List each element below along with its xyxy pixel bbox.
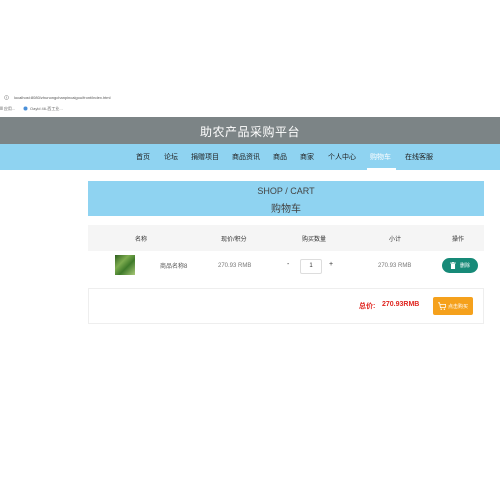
banner-title-cn: 购物车 — [271, 204, 301, 215]
banner-title-en: SHOP / CART — [257, 186, 315, 196]
nav-item-merchants[interactable]: 商家 — [300, 152, 314, 162]
checkout-label: 点击购买 — [448, 304, 469, 310]
delete-button[interactable]: 删除 — [442, 258, 478, 273]
product-price: 270.93 RMB — [218, 263, 252, 269]
page-banner: SHOP / CART 购物车 — [88, 181, 484, 216]
cart-table-header: 名称 现价/积分 购买数量 小计 操作 — [88, 225, 484, 251]
site-title: 助农产品采购平台 — [199, 125, 300, 139]
total-label: 总价: — [359, 303, 376, 310]
nav-item-products[interactable]: 商品 — [273, 152, 287, 162]
trash-icon — [450, 262, 456, 269]
quantity-input[interactable]: 1 — [300, 259, 322, 274]
bookmark-apps[interactable]: Ⅲ 应用... — [0, 106, 15, 112]
nav-item-home[interactable]: 首页 — [136, 152, 150, 162]
row-subtotal: 270.93 RMB — [378, 263, 412, 269]
address-bar[interactable]: localhost:8080/zhunongchanpincaigou/fron… — [0, 93, 500, 103]
main-nav: 首页 论坛 捐赠项目 商品资讯 商品 商家 个人中心 购物车 在线客服 — [0, 144, 500, 170]
checkout-button[interactable]: 点击购买 — [433, 297, 473, 315]
url-text: localhost:8080/zhunongchanpincaigou/fron… — [14, 95, 111, 100]
bookmark-icon — [23, 106, 28, 111]
nav-item-donation[interactable]: 捐赠项目 — [191, 152, 219, 162]
cart-summary: 总价: 270.93RMB 点击购买 — [88, 288, 484, 324]
cart-icon — [438, 302, 446, 310]
product-name: 商品名称8 — [160, 264, 188, 270]
site-header: 助农产品采购平台 — [0, 117, 500, 144]
total-value: 270.93RMB — [382, 301, 420, 308]
increase-quantity-button[interactable]: + — [329, 261, 333, 268]
quantity-value: 1 — [309, 263, 313, 269]
column-header-actions: 操作 — [452, 237, 465, 243]
table-row: 商品名称8 270.93 RMB - 1 + 270.93 RMB 删除 — [88, 251, 484, 281]
nav-item-support[interactable]: 在线客服 — [405, 152, 433, 162]
nav-item-cart[interactable]: 购物车 — [370, 152, 391, 162]
column-header-price: 现价/积分 — [221, 237, 247, 243]
nav-item-news[interactable]: 商品资讯 — [232, 152, 260, 162]
decrease-quantity-button[interactable]: - — [287, 261, 289, 268]
nav-item-forum[interactable]: 论坛 — [164, 152, 178, 162]
delete-label: 删除 — [460, 263, 471, 269]
info-icon — [4, 95, 9, 100]
column-header-quantity: 购买数量 — [302, 237, 327, 243]
nav-active-indicator — [367, 168, 396, 170]
bookmark-link[interactable]: Oayld 46-西工业... — [30, 106, 63, 112]
column-header-name: 名称 — [135, 237, 148, 243]
bookmarks-bar: Ⅲ 应用... Oayld 46-西工业... — [0, 104, 500, 114]
column-header-subtotal: 小计 — [389, 237, 402, 243]
product-thumbnail[interactable] — [115, 255, 135, 275]
nav-item-user-center[interactable]: 个人中心 — [328, 152, 356, 162]
